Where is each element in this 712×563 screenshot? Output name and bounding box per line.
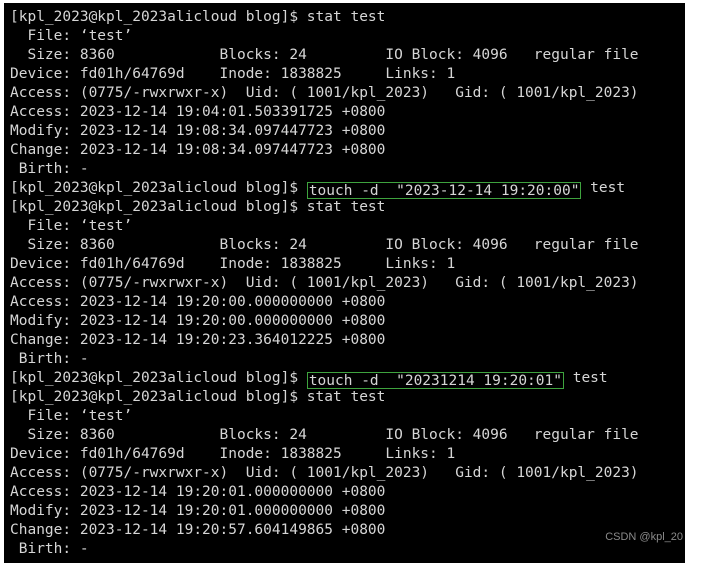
terminal-line-text: Access: 2023-12-14 19:20:01.000000000 +0… [10,484,386,500]
terminal-line: [kpl_2023@kpl_2023alicloud blog]$ stat t… [4,198,685,217]
terminal-line: Access: (0775/-rwxrwxr-x) Uid: ( 1001/kp… [4,274,685,293]
command-argument: test [563,370,608,386]
terminal-line-text: Change: 2023-12-14 19:20:57.604149865 +0… [10,522,386,538]
terminal-line: [kpl_2023@kpl_2023alicloud blog]$ stat t… [4,8,685,27]
terminal-line: Access: (0775/-rwxrwxr-x) Uid: ( 1001/kp… [4,464,685,483]
terminal-line: Birth: - [4,350,685,369]
terminal-line-text: Change: 2023-12-14 19:20:23.364012225 +0… [10,332,386,348]
terminal-line-text: Birth: - [10,541,89,557]
terminal-line: Access: 2023-12-14 19:04:01.503391725 +0… [4,103,685,122]
terminal-line-text: Modify: 2023-12-14 19:20:01.000000000 +0… [10,503,386,519]
terminal-line: Modify: 2023-12-14 19:08:34.097447723 +0… [4,122,685,141]
terminal-line-text: File: ‘test’ [10,28,133,44]
terminal-line: Size: 8360 Blocks: 24 IO Block: 4096 reg… [4,46,685,65]
terminal-line: Access: (0775/-rwxrwxr-x) Uid: ( 1001/kp… [4,84,685,103]
terminal-line-text: Birth: - [10,161,89,177]
terminal-line-text: Access: (0775/-rwxrwxr-x) Uid: ( 1001/kp… [10,465,639,481]
terminal-line-text: Device: fd01h/64769d Inode: 1838825 Link… [10,66,456,82]
terminal-line-text: Access: (0775/-rwxrwxr-x) Uid: ( 1001/kp… [10,85,639,101]
terminal-line-text: Size: 8360 Blocks: 24 IO Block: 4096 reg… [10,47,639,63]
terminal-line-text: Size: 8360 Blocks: 24 IO Block: 4096 reg… [10,427,639,443]
terminal-line: Access: 2023-12-14 19:20:01.000000000 +0… [4,483,685,502]
terminal-line: Size: 8360 Blocks: 24 IO Block: 4096 reg… [4,426,685,445]
terminal-line: File: ‘test’ [4,407,685,426]
terminal-line: File: ‘test’ [4,27,685,46]
shell-prompt: [kpl_2023@kpl_2023alicloud blog]$ [10,180,307,196]
terminal-line-text: File: ‘test’ [10,218,133,234]
terminal-line-text: Access: 2023-12-14 19:20:00.000000000 +0… [10,294,386,310]
terminal-output: [kpl_2023@kpl_2023alicloud blog]$ stat t… [4,8,685,559]
terminal-line: Birth: - [4,160,685,179]
terminal-line-text: [kpl_2023@kpl_2023alicloud blog]$ stat t… [10,389,386,405]
terminal-line-text: [kpl_2023@kpl_2023alicloud blog]$ stat t… [10,199,386,215]
terminal-line-text: [kpl_2023@kpl_2023alicloud blog]$ stat t… [10,9,386,25]
terminal-line: Birth: - [4,540,685,559]
terminal-line-text: Change: 2023-12-14 19:08:34.097447723 +0… [10,142,386,158]
terminal-line-text: Access: 2023-12-14 19:04:01.503391725 +0… [10,104,386,120]
shell-prompt: [kpl_2023@kpl_2023alicloud blog]$ [10,370,307,386]
terminal-window[interactable]: [kpl_2023@kpl_2023alicloud blog]$ stat t… [4,3,685,563]
highlighted-command: touch -d "2023-12-14 19:20:00" [306,182,582,199]
terminal-line: Device: fd01h/64769d Inode: 1838825 Link… [4,445,685,464]
terminal-line: Modify: 2023-12-14 19:20:01.000000000 +0… [4,502,685,521]
terminal-line-text: Device: fd01h/64769d Inode: 1838825 Link… [10,446,456,462]
command-argument: test [581,180,626,196]
terminal-line-text: Birth: - [10,351,89,367]
terminal-command-line: [kpl_2023@kpl_2023alicloud blog]$ touch … [4,369,685,389]
terminal-line: Access: 2023-12-14 19:20:00.000000000 +0… [4,293,685,312]
terminal-line: Change: 2023-12-14 19:20:57.604149865 +0… [4,521,685,540]
terminal-line: Change: 2023-12-14 19:08:34.097447723 +0… [4,141,685,160]
terminal-command-line: [kpl_2023@kpl_2023alicloud blog]$ touch … [4,179,685,199]
terminal-line-text: Modify: 2023-12-14 19:20:00.000000000 +0… [10,313,386,329]
terminal-line: [kpl_2023@kpl_2023alicloud blog]$ stat t… [4,388,685,407]
terminal-line: Device: fd01h/64769d Inode: 1838825 Link… [4,255,685,274]
csdn-watermark: CSDN @kpl_20 [605,531,683,543]
terminal-line: Change: 2023-12-14 19:20:23.364012225 +0… [4,331,685,350]
terminal-line-text: Size: 8360 Blocks: 24 IO Block: 4096 reg… [10,237,639,253]
terminal-line-text: Device: fd01h/64769d Inode: 1838825 Link… [10,256,456,272]
terminal-line: Modify: 2023-12-14 19:20:00.000000000 +0… [4,312,685,331]
terminal-line: File: ‘test’ [4,217,685,236]
terminal-line-text: Access: (0775/-rwxrwxr-x) Uid: ( 1001/kp… [10,275,639,291]
terminal-line-text: Modify: 2023-12-14 19:08:34.097447723 +0… [10,123,386,139]
terminal-line: Device: fd01h/64769d Inode: 1838825 Link… [4,65,685,84]
highlighted-command: touch -d "20231214 19:20:01" [306,372,564,389]
terminal-line-text: File: ‘test’ [10,408,133,424]
terminal-line: Size: 8360 Blocks: 24 IO Block: 4096 reg… [4,236,685,255]
